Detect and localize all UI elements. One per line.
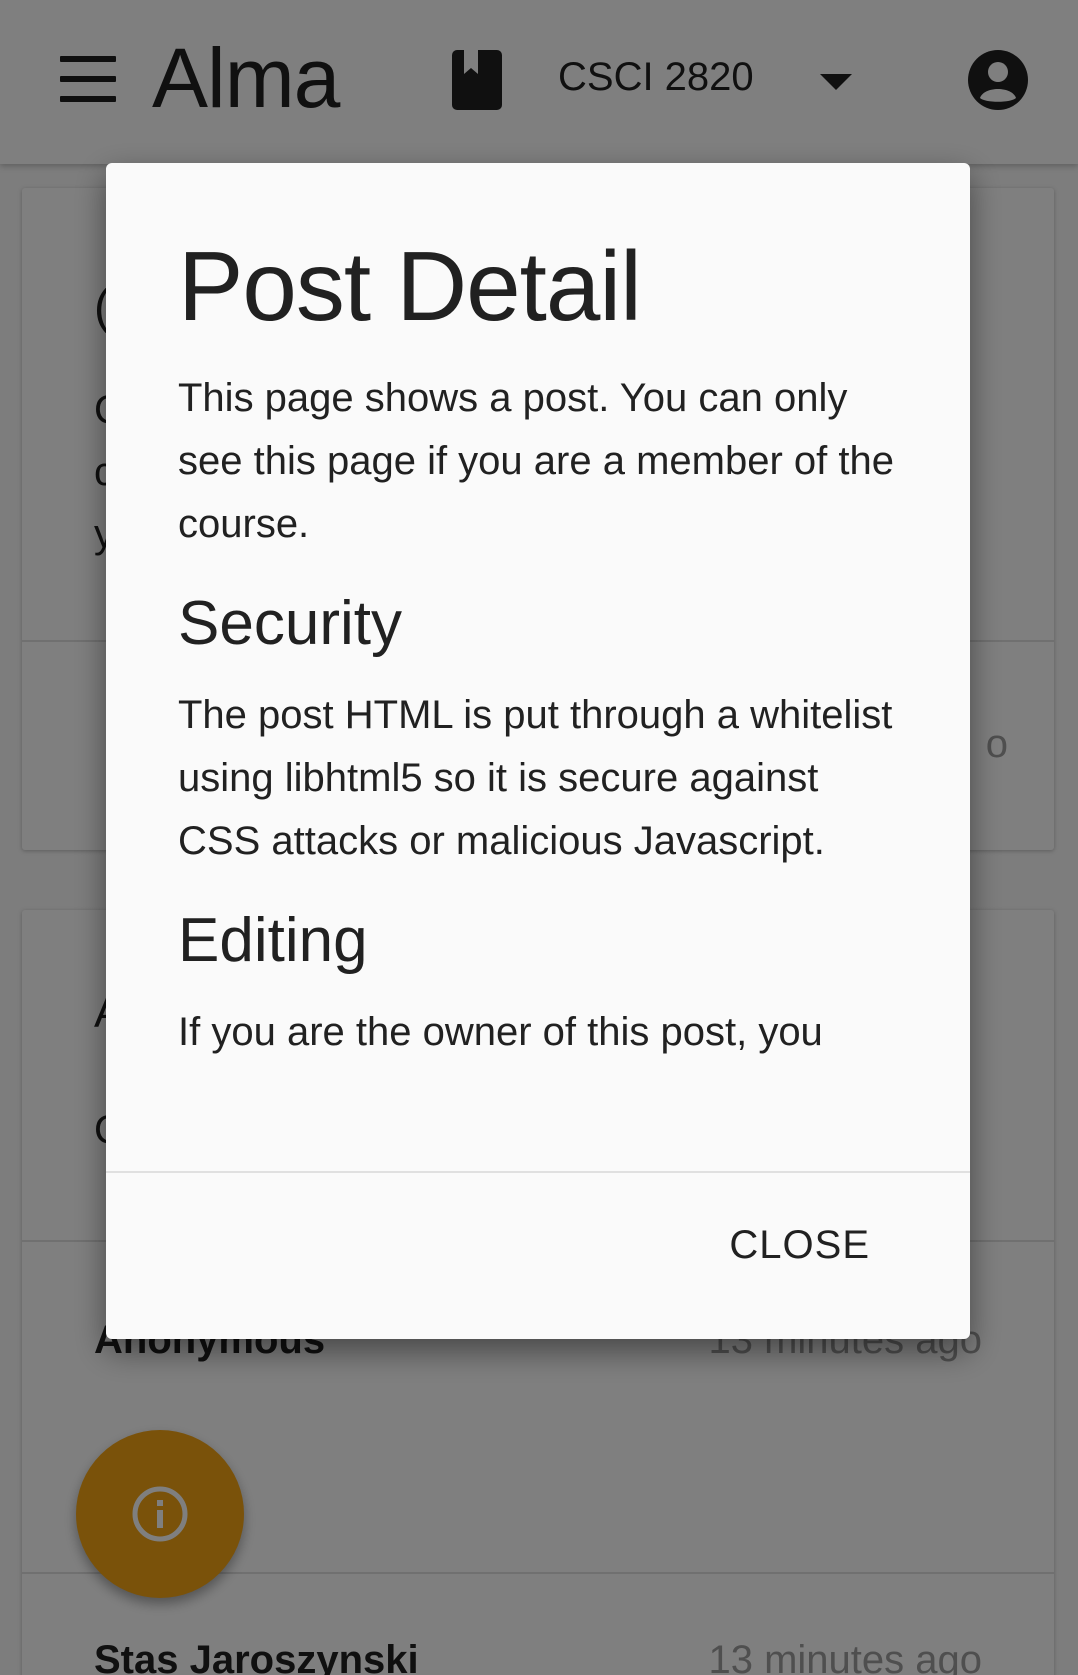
security-text: The post HTML is put through a whitelist… [178, 693, 893, 863]
close-button[interactable]: CLOSE [721, 1213, 878, 1277]
editing-text: If you are the owner of this post, you [178, 1010, 823, 1054]
dialog-actions: CLOSE [106, 1173, 970, 1339]
app-root: Alma CSCI 2820 ( C c y o A C Anonymous 1… [0, 0, 1078, 1675]
editing-heading: Editing [178, 906, 368, 975]
dialog-title: Post Detail [178, 231, 642, 341]
security-heading: Security [178, 589, 402, 658]
post-detail-dialog: Post Detail This page shows a post. You … [106, 163, 970, 1339]
dialog-content[interactable]: Post Detail This page shows a post. You … [106, 163, 970, 1171]
dialog-intro-text: This page shows a post. You can only see… [178, 376, 894, 546]
